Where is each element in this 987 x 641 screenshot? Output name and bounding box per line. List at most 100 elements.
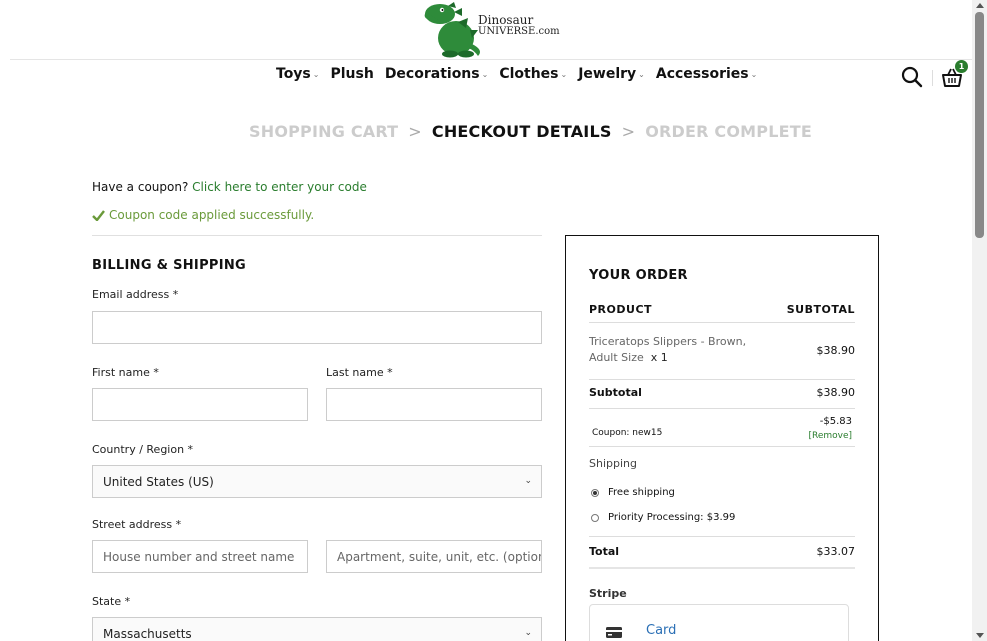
step-separator: >: [408, 122, 422, 141]
country-select[interactable]: United States (US) ⌄: [92, 465, 542, 498]
free-shipping-label[interactable]: Free shipping: [608, 487, 675, 498]
chevron-down-icon: ⌄: [560, 69, 568, 79]
coupon-value: -$5.83: [819, 416, 852, 427]
coupon-link[interactable]: Click here to enter your code: [192, 180, 367, 194]
coupon-remove-link[interactable]: [Remove]: [808, 429, 852, 443]
first-name-field[interactable]: [92, 388, 308, 421]
street2-placeholder: Apartment, suite, unit, etc. (optional): [337, 549, 542, 564]
coupon-divider: [92, 235, 542, 236]
search-icon[interactable]: [901, 66, 923, 88]
nav-label: Toys: [276, 66, 311, 82]
product-price: $38.90: [816, 343, 856, 357]
priority-processing-radio[interactable]: [591, 514, 599, 522]
order-divider: [589, 536, 855, 537]
chevron-down-icon: ⌄: [524, 628, 532, 638]
nav-item-jewelry[interactable]: Jewelry ⌄: [578, 66, 645, 82]
email-field[interactable]: [92, 311, 542, 344]
header-separator: [932, 70, 933, 86]
step-order-complete: ORDER COMPLETE: [645, 122, 812, 141]
scrollbar-thumb[interactable]: [975, 12, 984, 238]
card-label: Card: [646, 623, 677, 638]
step-checkout-details[interactable]: CHECKOUT DETAILS: [432, 122, 612, 141]
street-label: Street address *: [92, 518, 182, 531]
checkmark-icon: [92, 209, 105, 221]
order-divider: [589, 379, 855, 380]
step-separator: >: [621, 122, 636, 141]
coupon-label: Coupon: new15: [592, 428, 663, 438]
order-divider: [589, 322, 855, 323]
coupon-question: Have a coupon?: [92, 180, 189, 194]
nav-label: Decorations: [384, 66, 480, 82]
order-title: YOUR ORDER: [589, 268, 688, 283]
coupon-row: Coupon: new15 -$5.83 [Remove]: [589, 415, 855, 443]
nav-label: Accessories: [655, 66, 749, 82]
last-name-label: Last name *: [326, 366, 393, 379]
logo-line2: UNIVERSE.com: [478, 26, 560, 37]
coupon-success-message: Coupon code applied successfully.: [92, 208, 314, 222]
priority-label-text: Priority Processing:: [608, 512, 704, 523]
scroll-down-arrow-icon[interactable]: [976, 633, 984, 638]
chevron-down-icon: ⌄: [638, 69, 645, 79]
order-total-divider: [589, 567, 855, 569]
nav-item-decorations[interactable]: Decorations ⌄: [385, 66, 489, 82]
vertical-scrollbar[interactable]: [972, 0, 987, 641]
credit-card-icon: [606, 627, 622, 638]
street-address-field[interactable]: House number and street name: [92, 540, 308, 573]
total-value: $33.07: [816, 545, 856, 558]
state-value: Massachusetts: [103, 626, 192, 641]
order-summary: YOUR ORDER PRODUCT SUBTOTAL Triceratops …: [565, 235, 879, 641]
chevron-down-icon: ⌄: [750, 69, 758, 79]
header-divider: [10, 59, 972, 60]
country-label: Country / Region *: [92, 443, 194, 456]
nav-label: Plush: [330, 66, 374, 82]
first-name-label: First name *: [92, 366, 159, 379]
order-divider: [589, 446, 855, 447]
chevron-down-icon: ⌄: [481, 69, 489, 79]
card-payment-option[interactable]: Card: [589, 604, 849, 641]
scroll-up-arrow-icon[interactable]: [976, 3, 984, 8]
coupon-prompt: Have a coupon? Click here to enter your …: [92, 180, 367, 194]
subtotal-row: Subtotal $38.90: [589, 386, 855, 399]
email-label: Email address *: [92, 288, 179, 301]
state-label: State *: [92, 595, 131, 608]
order-item-row: Triceratops Slippers - Brown, Adult Size…: [589, 334, 855, 366]
nav-item-clothes[interactable]: Clothes ⌄: [499, 66, 567, 82]
nav-item-plush[interactable]: Plush: [330, 66, 373, 82]
chevron-down-icon: ⌄: [524, 476, 532, 486]
priority-processing-label[interactable]: Priority Processing: $3.99: [608, 512, 735, 523]
nav-item-toys[interactable]: Toys ⌄: [276, 66, 319, 82]
nav-item-accessories[interactable]: Accessories ⌄: [656, 66, 757, 82]
total-label: Total: [589, 545, 620, 558]
checkout-page: Dinosaur UNIVERSE.com Toys ⌄ Plush Decora…: [0, 0, 972, 641]
cart-count-badge: 1: [955, 60, 968, 73]
last-name-field[interactable]: [326, 388, 542, 421]
country-value: United States (US): [103, 474, 214, 489]
subtotal-value: $38.90: [816, 386, 856, 399]
product-name: Triceratops Slippers - Brown, Adult Size…: [589, 334, 749, 366]
order-divider: [589, 408, 855, 409]
order-header-row: PRODUCT SUBTOTAL: [589, 303, 855, 316]
nav-label: Clothes: [499, 66, 559, 82]
state-select[interactable]: Massachusetts ⌄: [92, 617, 542, 641]
logo-wordmark: Dinosaur UNIVERSE.com: [478, 14, 560, 38]
payment-method-label: Stripe: [589, 587, 627, 600]
shipping-label: Shipping: [589, 457, 637, 470]
coupon-amount: -$5.83 [Remove]: [808, 415, 852, 443]
checkout-steps: SHOPPING CART > CHECKOUT DETAILS > ORDER…: [249, 122, 812, 141]
total-row: Total $33.07: [589, 545, 855, 558]
free-shipping-radio[interactable]: [591, 489, 599, 497]
step-shopping-cart[interactable]: SHOPPING CART: [249, 122, 398, 141]
subtotal-label: Subtotal: [589, 386, 642, 399]
street-placeholder: House number and street name: [103, 549, 295, 564]
chevron-down-icon: ⌄: [312, 69, 320, 79]
main-nav: Toys ⌄ Plush Decorations ⌄ Clothes ⌄ Jewelr…: [276, 66, 757, 82]
priority-price: $3.99: [706, 512, 736, 523]
billing-title: BILLING & SHIPPING: [92, 258, 247, 273]
coupon-success-text: Coupon code applied successfully.: [109, 208, 315, 222]
nav-label: Jewelry: [578, 66, 637, 82]
logo-line1: Dinosaur: [478, 13, 534, 27]
col-product: PRODUCT: [589, 303, 653, 316]
street-address-2-field[interactable]: Apartment, suite, unit, etc. (optional): [326, 540, 542, 573]
col-subtotal: SUBTOTAL: [786, 303, 855, 316]
product-qty: x 1: [650, 351, 668, 364]
